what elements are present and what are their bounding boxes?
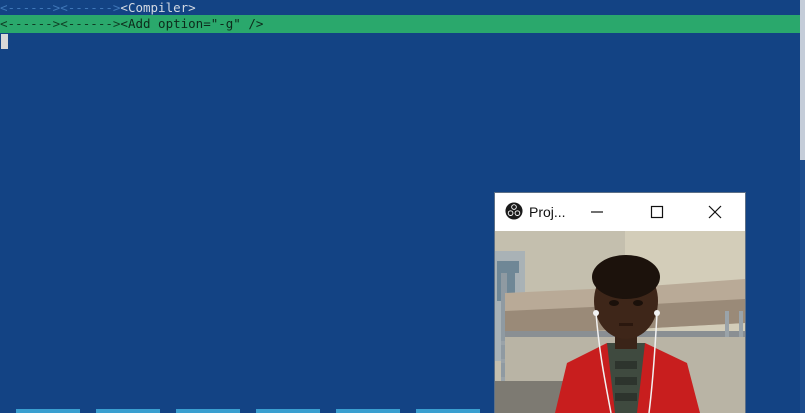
code-text: <Compiler> xyxy=(120,0,196,15)
tab-indicator[interactable] xyxy=(16,409,80,413)
maximize-button[interactable] xyxy=(635,193,679,231)
close-icon xyxy=(708,205,722,219)
webcam-frame-image xyxy=(495,231,745,413)
projector-window[interactable]: Proj... xyxy=(495,193,745,413)
indent-guides: <------><------> xyxy=(0,0,121,15)
webcam-preview xyxy=(495,231,745,413)
window-titlebar[interactable]: Proj... xyxy=(495,193,745,231)
scrollbar[interactable] xyxy=(800,0,805,413)
tab-indicator[interactable] xyxy=(256,409,320,413)
tab-indicator[interactable] xyxy=(416,409,480,413)
close-button[interactable] xyxy=(693,193,737,231)
code-text: <Add option="-g" /> xyxy=(120,16,264,31)
desktop: <------><------><Compiler> <------><----… xyxy=(0,0,805,413)
tab-indicator[interactable] xyxy=(96,409,160,413)
maximize-icon xyxy=(650,205,664,219)
code-line-add-option-highlighted[interactable]: <------><------><Add option="-g" /> xyxy=(0,15,800,33)
indent-guides: <------><------> xyxy=(0,16,121,31)
code-line-compiler[interactable]: <------><------><Compiler> xyxy=(0,0,196,16)
tab-indicator[interactable] xyxy=(336,409,400,413)
text-cursor xyxy=(1,34,8,49)
obs-logo-icon xyxy=(505,202,523,220)
minimize-button[interactable] xyxy=(575,193,619,231)
scrollbar-thumb[interactable] xyxy=(800,0,805,160)
window-title: Proj... xyxy=(529,204,566,220)
tab-indicator[interactable] xyxy=(176,409,240,413)
bottom-tab-strip xyxy=(0,409,495,413)
minimize-icon xyxy=(591,211,603,213)
